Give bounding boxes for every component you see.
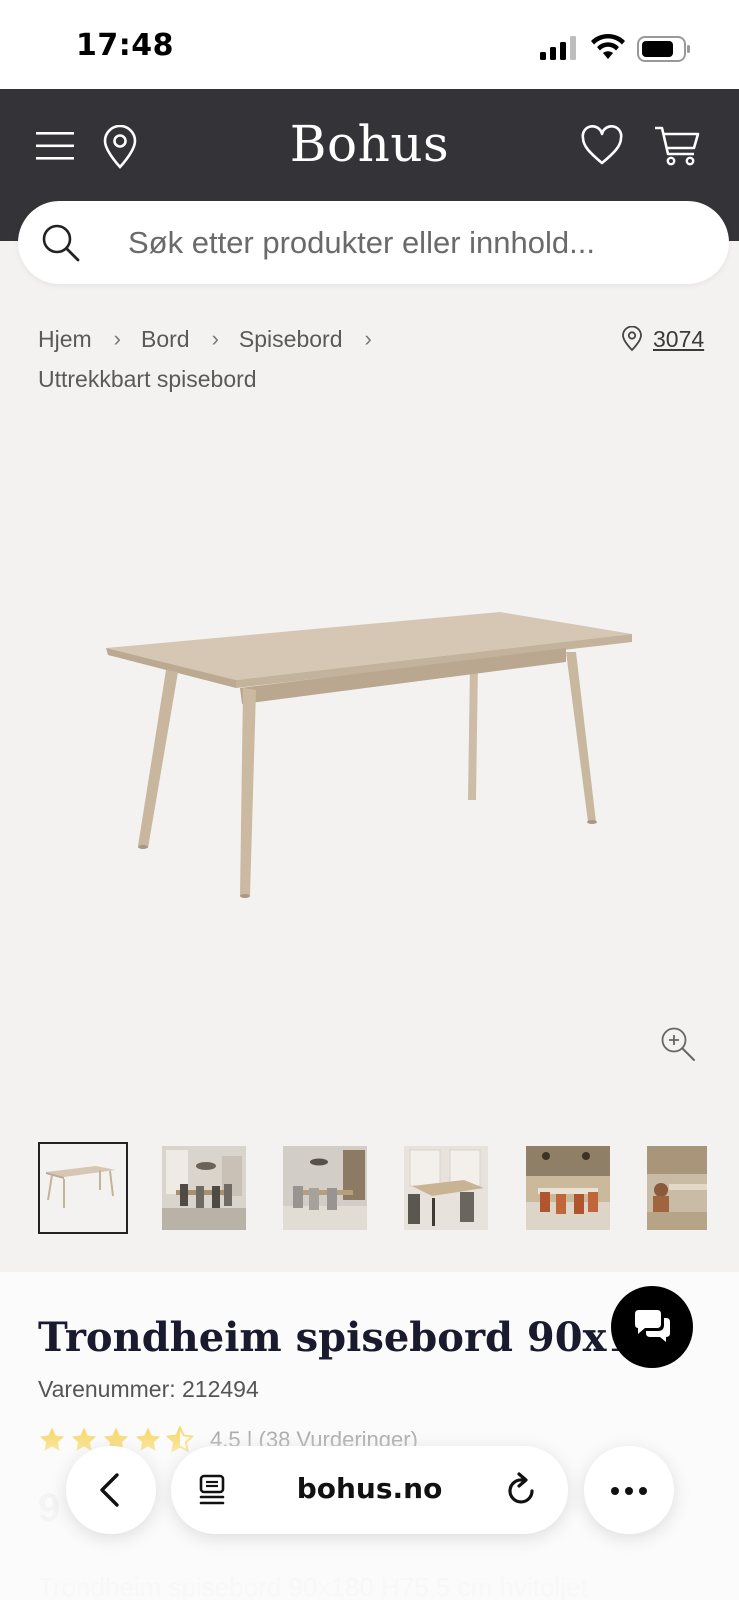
breadcrumb-current[interactable]: Uttrekkbart spisebord	[38, 366, 257, 393]
product-image-dining-table[interactable]	[90, 600, 650, 930]
breadcrumb-separator: ›	[113, 326, 121, 351]
breadcrumb-separator: ›	[211, 326, 219, 351]
wifi-icon	[591, 33, 625, 59]
reload-icon[interactable]	[505, 1472, 539, 1508]
thumbnail-6[interactable]	[647, 1146, 707, 1230]
star-icon	[39, 1427, 65, 1451]
zoom-in-icon[interactable]	[660, 1026, 696, 1062]
status-time: 17:48	[76, 28, 174, 63]
product-title: Trondheim spisebord 90x180	[38, 1314, 690, 1361]
browser-back-button[interactable]	[66, 1446, 156, 1534]
chat-button[interactable]	[611, 1286, 693, 1368]
cart-icon[interactable]	[654, 124, 700, 168]
thumbnail-2[interactable]	[162, 1146, 246, 1230]
search-input[interactable]	[128, 201, 708, 284]
chevron-left-icon	[100, 1473, 119, 1507]
thumbnail-5[interactable]	[526, 1146, 610, 1230]
breadcrumb-link-home[interactable]: Hjem	[38, 326, 92, 353]
thumbnail-3[interactable]	[283, 1146, 367, 1230]
browser-more-button[interactable]	[584, 1446, 674, 1534]
thumbnail-4[interactable]	[404, 1146, 488, 1230]
search-icon	[42, 224, 80, 262]
breadcrumb-separator: ›	[364, 326, 372, 351]
product-price: 9	[38, 1486, 61, 1530]
battery-icon	[637, 36, 690, 62]
breadcrumb-link-spisebord[interactable]: Spisebord	[239, 326, 343, 353]
thumbnail-strip	[38, 1142, 739, 1234]
product-description: Trondheim spisebord 90x180 H75,5 cm hvit…	[38, 1572, 588, 1600]
heart-icon[interactable]	[580, 125, 624, 167]
location-pin-icon	[622, 326, 642, 352]
thumbnail-1[interactable]	[38, 1142, 128, 1234]
store-selector[interactable]: 3074	[621, 322, 704, 356]
bohus-logo[interactable]: Bohus	[0, 115, 739, 173]
chat-bubbles-icon	[635, 1310, 670, 1342]
breadcrumb-link-bord[interactable]: Bord	[141, 326, 190, 353]
star-icon	[135, 1427, 161, 1451]
store-number[interactable]: 3074	[653, 326, 704, 353]
breadcrumb: Hjem › Bord › Spisebord › Uttrekkbart sp…	[38, 322, 392, 396]
product-sku: Varenummer: 212494	[38, 1376, 259, 1402]
cellular-signal-icon	[540, 36, 576, 60]
status-bar: 17:48	[0, 0, 739, 89]
search-bar[interactable]	[18, 201, 729, 284]
browser-address-bar[interactable]: bohus.no	[171, 1446, 568, 1534]
star-half-icon	[166, 1426, 194, 1453]
more-dots-icon	[611, 1487, 647, 1495]
